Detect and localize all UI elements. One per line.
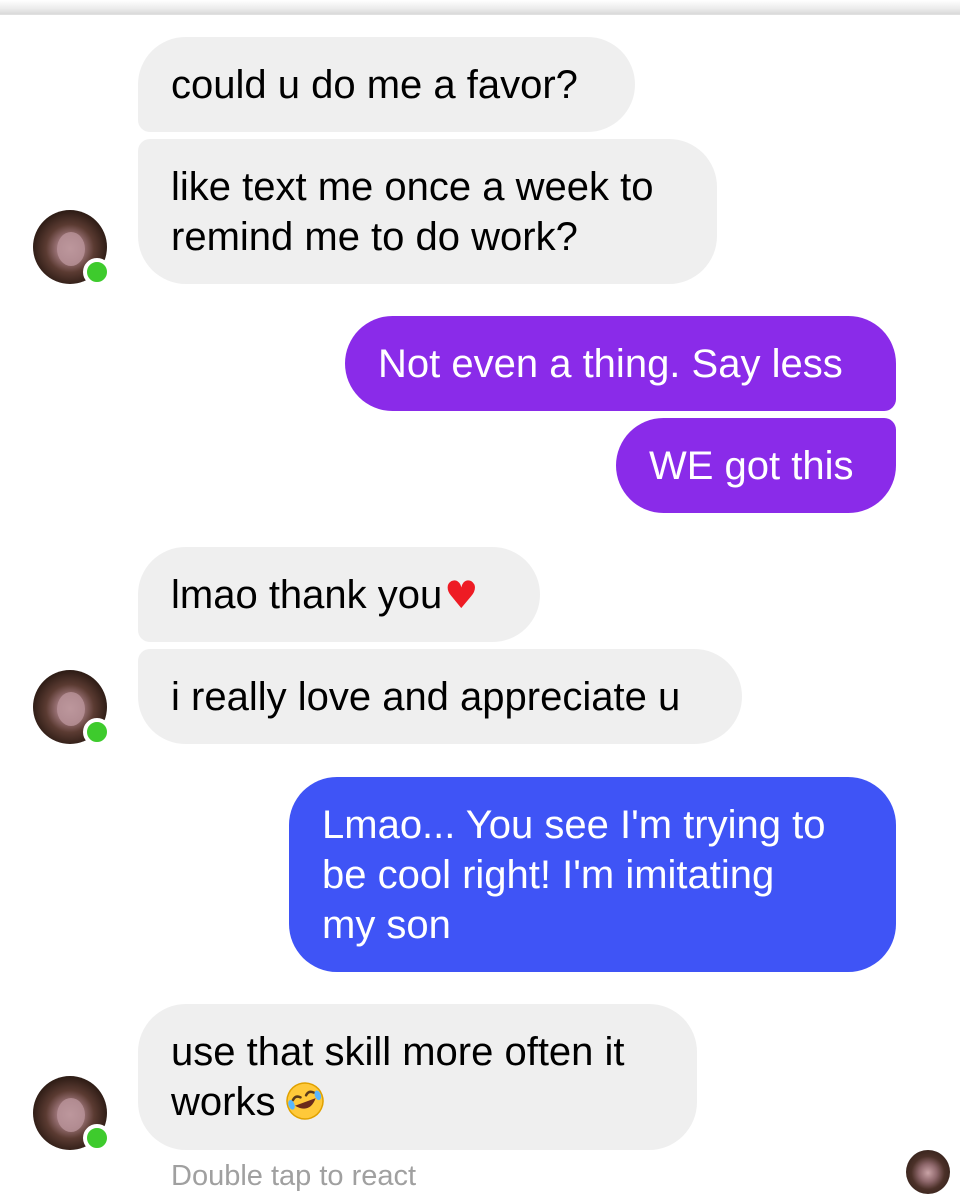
message-text: lmao thank you — [171, 572, 443, 617]
online-status-icon — [83, 1124, 111, 1152]
contact-avatar[interactable] — [33, 670, 111, 746]
message-incoming-remind[interactable]: like text me once a week to remind me to… — [138, 139, 717, 284]
top-shadow-bar — [0, 0, 960, 15]
read-receipt-avatar — [906, 1150, 950, 1194]
avatar-face — [57, 232, 85, 266]
message-text: WE got this — [649, 443, 854, 488]
message-text: could u do me a favor? — [171, 62, 578, 107]
message-incoming-favor[interactable]: could u do me a favor? — [138, 37, 635, 132]
message-incoming-thank-you[interactable]: lmao thank you ♥ — [138, 547, 540, 642]
laugh-icon — [286, 1082, 325, 1121]
avatar-face — [57, 1098, 85, 1132]
contact-avatar[interactable] — [33, 1076, 111, 1152]
message-outgoing-say-less[interactable]: Not even a thing. Say less — [345, 316, 896, 411]
online-status-icon — [83, 718, 111, 746]
avatar-face — [57, 692, 85, 726]
contact-avatar[interactable] — [33, 210, 111, 286]
message-outgoing-imitating[interactable]: Lmao... You see I'm trying to be cool ri… — [289, 777, 896, 972]
message-text: Lmao... You see I'm trying to be cool ri… — [322, 802, 826, 947]
message-incoming-skill[interactable]: use that skill more often it works — [138, 1004, 697, 1150]
heart-icon: ♥ — [444, 572, 479, 617]
message-incoming-appreciate[interactable]: i really love and appreciate u — [138, 649, 742, 744]
message-text: Not even a thing. Say less — [378, 341, 843, 386]
message-text: like text me once a week to remind me to… — [171, 164, 654, 259]
react-hint-text: Double tap to react — [171, 1160, 417, 1192]
message-outgoing-we-got-this[interactable]: WE got this — [616, 418, 896, 513]
message-text: i really love and appreciate u — [171, 674, 681, 719]
online-status-icon — [83, 258, 111, 286]
message-text: use that skill more often it works — [171, 1030, 625, 1124]
